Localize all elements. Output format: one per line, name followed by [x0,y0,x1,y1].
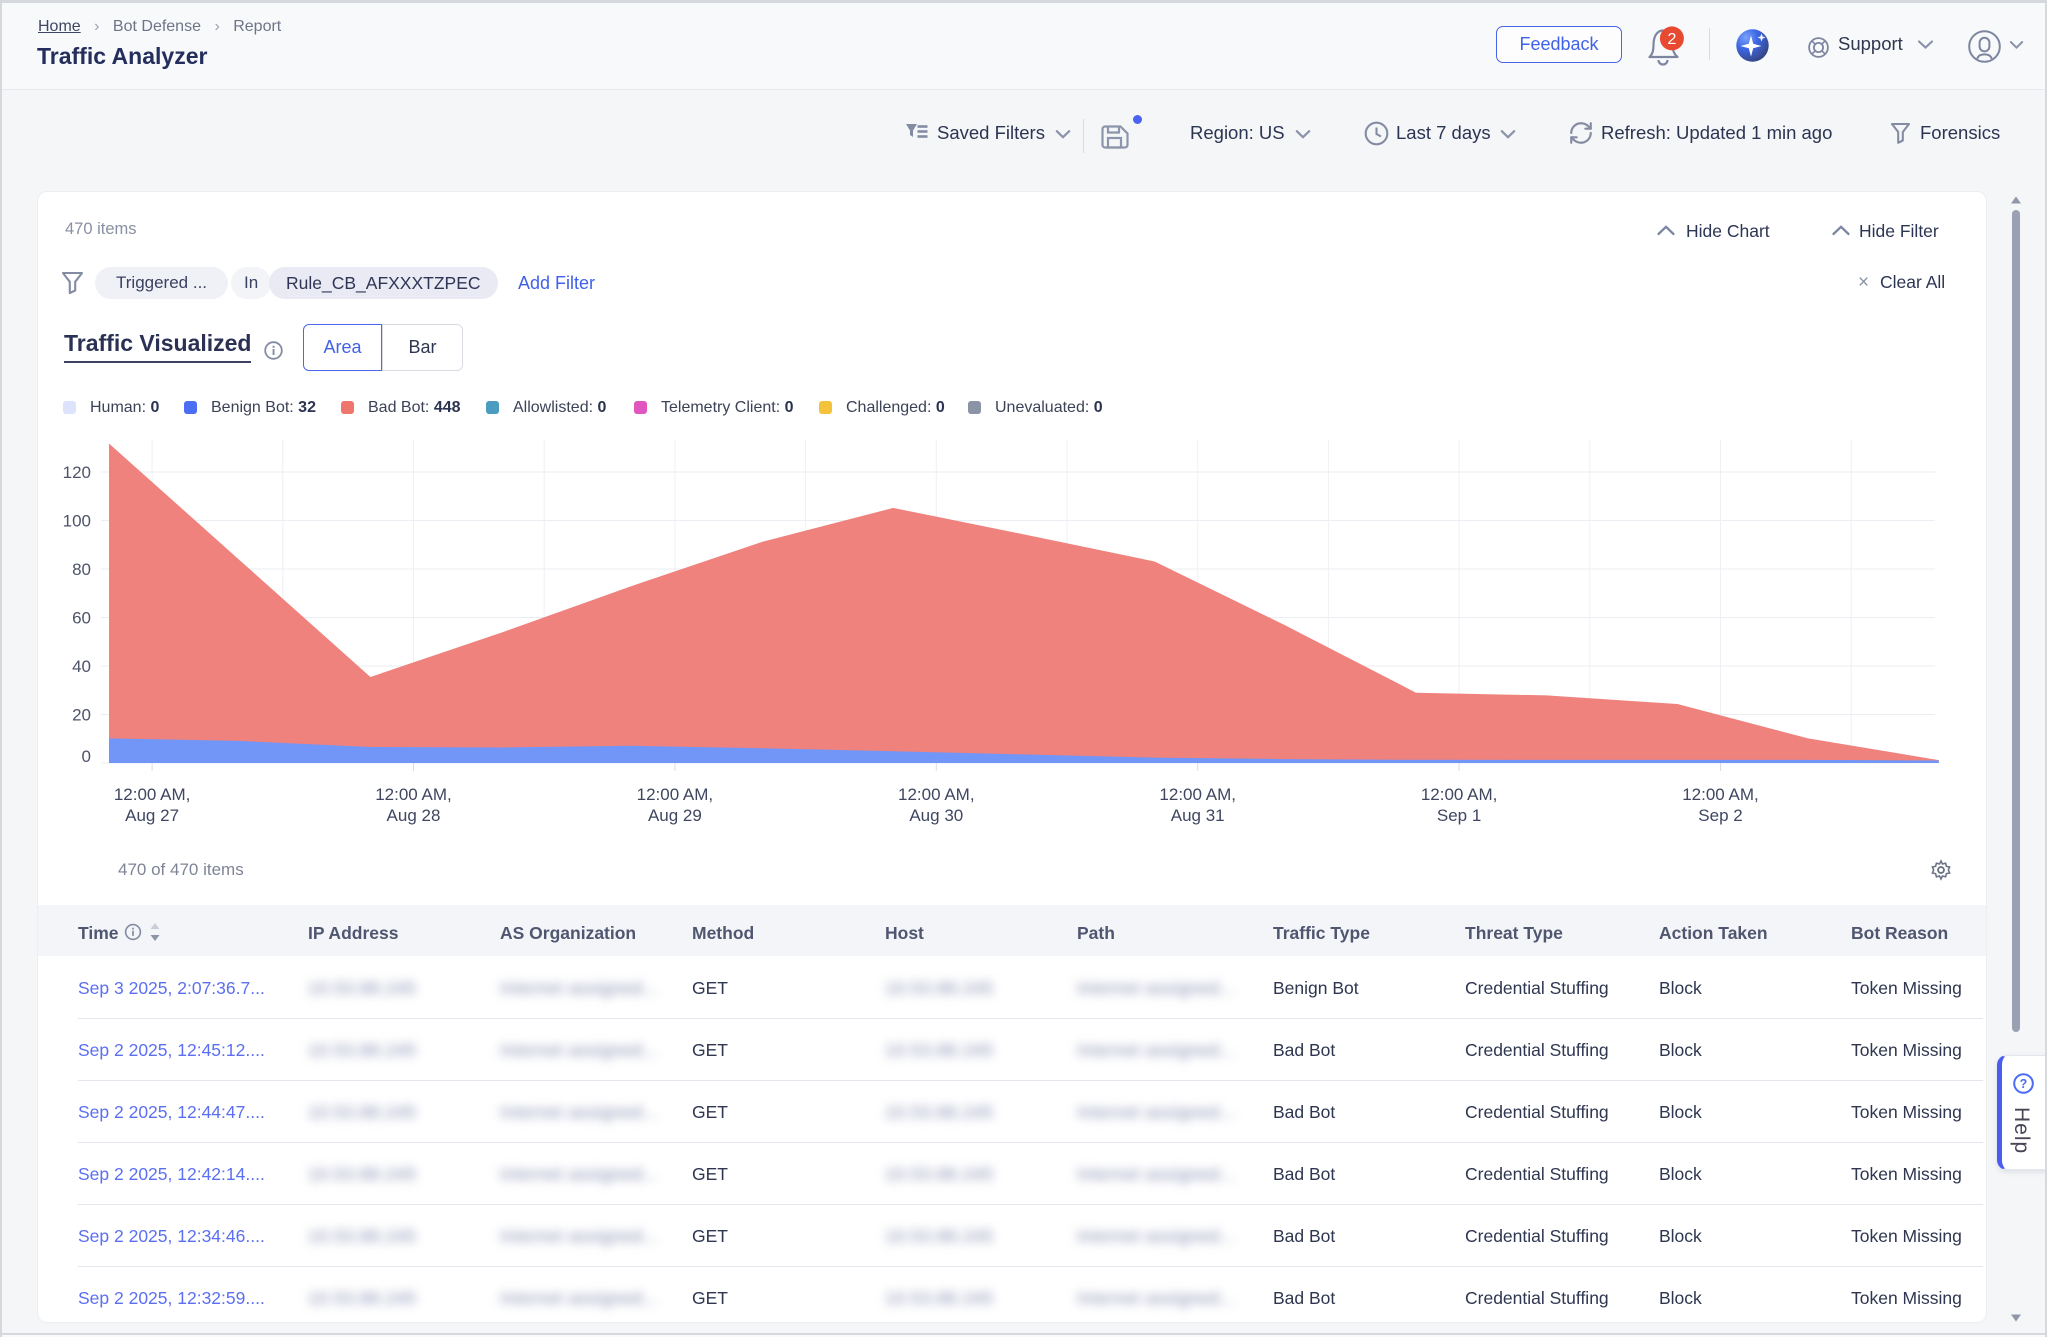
svg-text:Sep 1: Sep 1 [1437,806,1481,825]
svg-text:?: ? [2020,1077,2028,1091]
svg-text:120: 120 [63,463,91,482]
svg-text:12:00 AM,: 12:00 AM, [375,785,452,804]
svg-text:Aug 28: Aug 28 [387,806,441,825]
svg-text:60: 60 [72,609,91,628]
svg-text:12:00 AM,: 12:00 AM, [1159,785,1236,804]
svg-text:Aug 30: Aug 30 [909,806,963,825]
svg-text:20: 20 [72,706,91,725]
svg-text:Aug 27: Aug 27 [125,806,179,825]
svg-text:100: 100 [63,512,91,531]
svg-text:12:00 AM,: 12:00 AM, [637,785,714,804]
svg-text:12:00 AM,: 12:00 AM, [1421,785,1498,804]
svg-text:12:00 AM,: 12:00 AM, [1682,785,1759,804]
svg-text:Aug 29: Aug 29 [648,806,702,825]
svg-text:0: 0 [82,747,91,766]
svg-text:12:00 AM,: 12:00 AM, [114,785,191,804]
svg-text:2: 2 [1667,31,1676,48]
svg-text:80: 80 [72,560,91,579]
svg-text:Sep 2: Sep 2 [1698,806,1742,825]
svg-text:Aug 31: Aug 31 [1171,806,1225,825]
svg-text:40: 40 [72,657,91,676]
svg-text:12:00 AM,: 12:00 AM, [898,785,975,804]
